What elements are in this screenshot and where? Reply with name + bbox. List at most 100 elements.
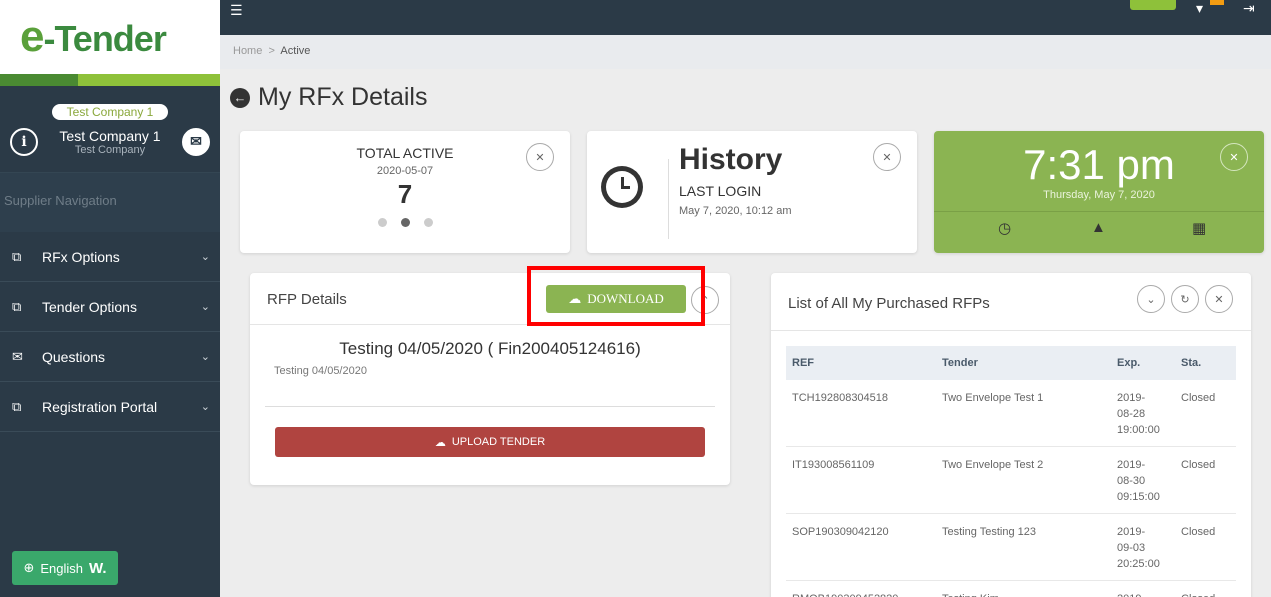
user-sub: Test Company	[74, 144, 146, 156]
tender-cell: Two Envelope Test 2	[936, 446, 1111, 514]
main-content: ← My RFx Details TOTAL ACTIVE 2020-05-07…	[220, 69, 1271, 597]
total-active-title: TOTAL ACTIVE	[356, 145, 454, 161]
logo[interactable]: e-Tender	[0, 0, 220, 74]
sidebar-item-questions[interactable]: ✉ Questions ⌄	[0, 332, 220, 382]
cloud-upload-icon: ☁	[434, 436, 446, 449]
sidebar-item-tender-options[interactable]: ⧉ Tender Options ⌄	[0, 282, 220, 332]
page-title-text: My RFx Details	[258, 83, 428, 111]
company-pill: Test Company 1	[52, 104, 168, 120]
clock-icon[interactable]: ◷	[998, 219, 1011, 237]
current-time: 7:31 pm	[1023, 141, 1175, 188]
sidebar-item-rfx-options[interactable]: ⧉ RFx Options ⌄	[0, 232, 220, 282]
breadcrumb-home[interactable]: Home	[233, 45, 262, 57]
chevron-down-icon: ⌄	[200, 251, 210, 263]
cart-icon[interactable]: ▾	[1196, 0, 1203, 17]
info-icon[interactable]: i	[10, 128, 38, 156]
chevron-down-icon: ⌄	[200, 301, 210, 313]
logo-text: -Tender	[43, 18, 166, 59]
refresh-icon[interactable]: ↻	[1171, 285, 1199, 313]
carousel-dot[interactable]	[400, 218, 410, 227]
exit-icon[interactable]: ⇥	[1243, 0, 1255, 17]
table-row[interactable]: IT193008561109 Two Envelope Test 2 2019-…	[786, 446, 1236, 514]
divider	[934, 211, 1264, 212]
history-title: History	[679, 143, 783, 176]
total-active-date: 2020-05-07	[376, 165, 434, 177]
chevron-down-icon[interactable]: ⌄	[1137, 285, 1165, 313]
carousel-dot[interactable]	[423, 218, 433, 227]
exp-cell: 2019- 08-28 19:00:00	[1111, 380, 1175, 447]
top-green-button[interactable]	[1130, 0, 1176, 10]
chevron-down-icon: ⌄	[200, 351, 210, 363]
copy-icon: ⧉	[12, 398, 22, 414]
globe-icon: ⊕	[23, 560, 35, 575]
rfp-details-title: RFP Details	[267, 291, 347, 308]
menu-icon[interactable]: ☰	[230, 2, 243, 19]
envelope-icon[interactable]: ✉	[181, 128, 210, 156]
sidebar-item-label: RFx Options	[42, 248, 120, 265]
close-icon[interactable]: ✕	[1220, 143, 1248, 171]
last-login-label: LAST LOGIN	[679, 183, 762, 199]
nav-section-label: Supplier Navigation	[0, 172, 220, 232]
column-header[interactable]: Exp.	[1111, 346, 1175, 380]
column-header[interactable]: REF	[786, 346, 936, 380]
calendar-icon[interactable]: ▦	[1192, 219, 1206, 237]
bell-icon[interactable]: ▲	[1091, 219, 1106, 236]
chevron-down-icon: ⌄	[200, 401, 210, 413]
clock-icon	[601, 166, 643, 208]
ref-cell: RMOB190309452820	[786, 580, 936, 597]
carousel-dot[interactable]	[377, 218, 387, 227]
breadcrumb: Home > Active	[220, 35, 1271, 69]
close-icon[interactable]: ✕	[526, 143, 554, 171]
status-cell: Closed	[1175, 446, 1236, 514]
tender-cell: Testing Testing 123	[936, 513, 1111, 581]
ref-cell: IT193008561109	[786, 446, 936, 514]
sidebar-item-label: Registration Portal	[42, 398, 158, 415]
user-name: Test Company 1	[59, 128, 161, 144]
total-active-count: 7	[397, 179, 413, 209]
sidebar-item-label: Tender Options	[42, 298, 137, 315]
table-row[interactable]: RMOB190309452820 Testing Kim 2019- Close…	[786, 580, 1236, 597]
tender-title: Testing 04/05/2020 ( Fin200405124616)	[339, 339, 641, 358]
carousel-dots	[240, 218, 570, 227]
table-row[interactable]: SOP190309042120 Testing Testing 123 2019…	[786, 513, 1236, 581]
close-icon[interactable]: ✕	[1205, 285, 1233, 313]
card-header: List of All My Purchased RFPs ⌄ ↻ ✕	[771, 273, 1251, 331]
logo-e: e	[20, 12, 45, 61]
rfp-details-card: RFP Details ☁ DOWNLOAD ⌃ Testing 04/05/2…	[250, 266, 730, 485]
sidebar-item-registration-portal[interactable]: ⧉ Registration Portal ⌄	[0, 382, 220, 432]
status-cell: Closed	[1175, 580, 1236, 597]
upload-label: UPLOAD TENDER	[451, 436, 546, 448]
history-card: History LAST LOGIN May 7, 2020, 10:12 am…	[587, 131, 917, 253]
purchased-rfps-title: List of All My Purchased RFPs	[788, 295, 990, 312]
cart-badge	[1210, 0, 1224, 5]
exp-cell: 2019- 09-03 20:25:00	[1111, 513, 1175, 581]
time-card: 7:31 pm Thursday, May 7, 2020 ◷ ▲ ▦ ✕	[934, 131, 1264, 253]
purchased-rfps-card: List of All My Purchased RFPs ⌄ ↻ ✕ REF …	[771, 273, 1251, 597]
status-cell: Closed	[1175, 380, 1236, 447]
ref-cell: TCH192808304518	[786, 380, 936, 447]
ref-cell: SOP190309042120	[786, 513, 936, 581]
table-row[interactable]: TCH192808304518 Two Envelope Test 1 2019…	[786, 380, 1236, 447]
language-suffix: W.	[89, 559, 107, 577]
tender-cell: Two Envelope Test 1	[936, 380, 1111, 447]
exp-cell: 2019- 08-30 09:15:00	[1111, 446, 1175, 514]
brand-bar	[0, 74, 220, 86]
envelope-icon: ✉	[12, 348, 23, 364]
language-label: English	[40, 560, 84, 576]
highlight-box	[527, 266, 705, 326]
topbar: ☰ ▾ ⇥	[220, 0, 1271, 35]
column-header[interactable]: Tender	[936, 346, 1111, 380]
purchased-rfps-table: REF Tender Exp. Sta. TCH192808304518 Two…	[786, 346, 1236, 597]
copy-icon: ⧉	[12, 298, 22, 314]
tender-cell: Testing Kim	[936, 580, 1111, 597]
divider	[668, 159, 669, 239]
close-icon[interactable]: ✕	[873, 143, 901, 171]
last-login-value: May 7, 2020, 10:12 am	[679, 205, 792, 217]
column-header[interactable]: Sta.	[1175, 346, 1236, 380]
back-icon[interactable]: ←	[230, 87, 250, 108]
upload-tender-button[interactable]: ☁ UPLOAD TENDER	[275, 427, 705, 457]
total-active-card: TOTAL ACTIVE 2020-05-07 7 ✕	[240, 131, 570, 253]
language-button[interactable]: ⊕ English W.	[12, 551, 118, 585]
tender-subtitle: Testing 04/05/2020	[274, 365, 367, 377]
divider	[265, 406, 715, 407]
